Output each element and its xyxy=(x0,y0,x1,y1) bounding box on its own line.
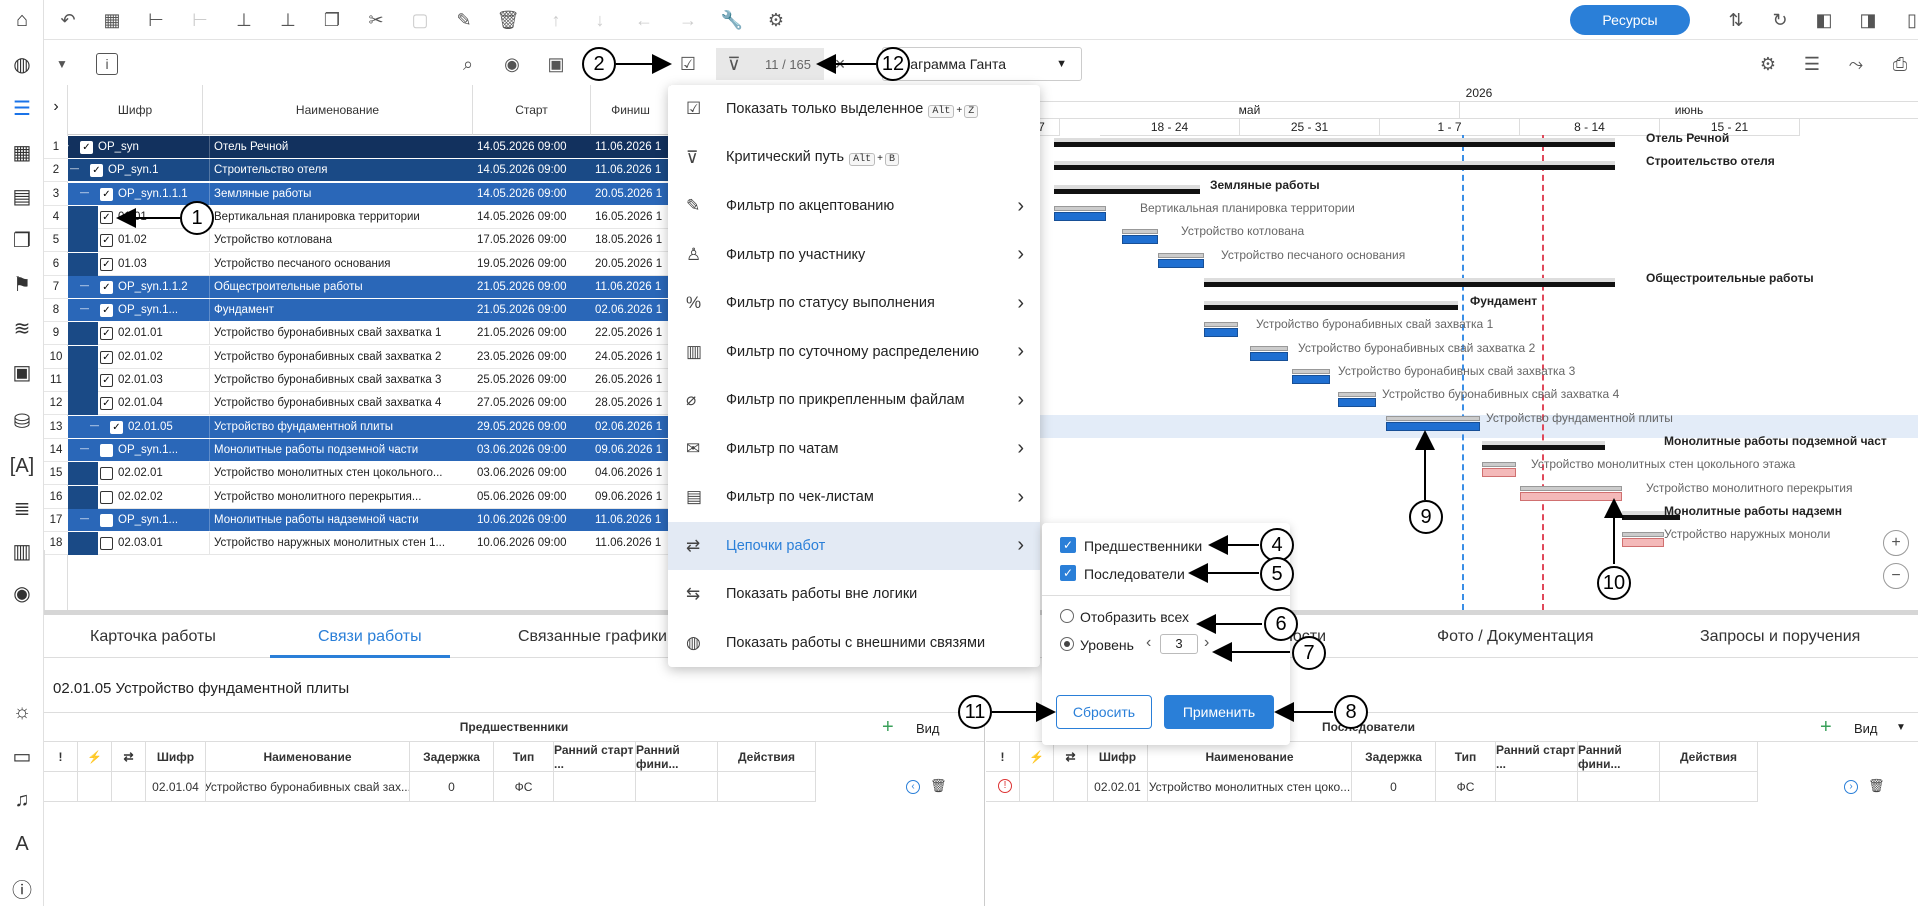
callout-1: 1 xyxy=(180,201,214,235)
trash-icon[interactable]: 🗑 xyxy=(1868,778,1885,794)
error-icon: ! xyxy=(998,779,1012,793)
navigate-prev-icon[interactable]: ‹ xyxy=(906,780,920,794)
navigate-next-icon[interactable]: › xyxy=(1844,780,1858,794)
callout-10: 10 xyxy=(1597,566,1631,600)
callout-9: 9 xyxy=(1409,500,1443,534)
callout-5: 5 xyxy=(1260,557,1294,591)
callout-11: 11 xyxy=(958,695,992,729)
callout-8: 8 xyxy=(1334,695,1368,729)
callout-2: 2 xyxy=(582,47,616,81)
trash-icon[interactable]: 🗑 xyxy=(930,778,947,794)
callout-arrows xyxy=(116,54,1624,722)
callout-6: 6 xyxy=(1264,607,1298,641)
callout-12: 12 xyxy=(876,47,910,81)
callout-7: 7 xyxy=(1292,636,1326,670)
